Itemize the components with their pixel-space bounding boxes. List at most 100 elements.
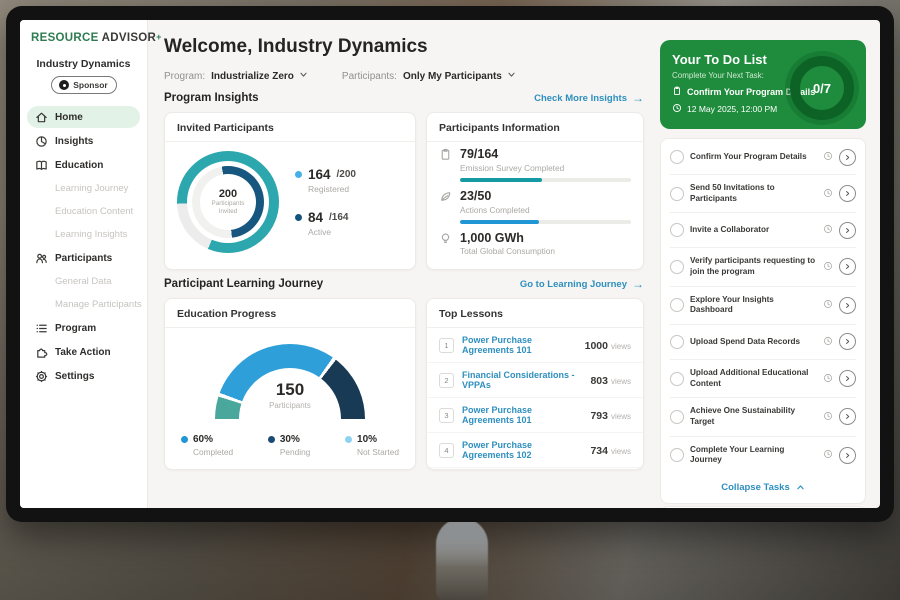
- task-checkbox[interactable]: [670, 150, 684, 164]
- todo-task-verify-participants-requesting-to-join-the-program[interactable]: Verify participants requesting to join t…: [670, 247, 856, 285]
- todo-task-upload-spend-data-records[interactable]: Upload Spend Data Records: [670, 324, 856, 359]
- task-checkbox[interactable]: [670, 298, 684, 312]
- go-to-learning-journey-link[interactable]: Go to Learning Journey →: [520, 278, 644, 290]
- gauge-center-value: 150: [215, 380, 365, 400]
- top-lessons-title: Top Lessons: [427, 299, 643, 328]
- lesson-link[interactable]: Power Purchase Agreements 101: [462, 335, 577, 355]
- top-lessons-list: 1 Power Purchase Agreements 101 1000view…: [427, 328, 643, 470]
- progress-bar: [460, 178, 631, 182]
- task-open-button[interactable]: [839, 258, 856, 275]
- lesson-row[interactable]: 3 Power Purchase Agreements 101 793views: [427, 397, 643, 432]
- task-checkbox[interactable]: [670, 223, 684, 237]
- todo-task-complete-your-learning-journey[interactable]: Complete Your Learning Journey: [670, 436, 856, 474]
- invited-legend-item: 164/200 Registered: [295, 167, 356, 194]
- clock-icon: [823, 370, 833, 388]
- sidebar-item-education[interactable]: Education: [27, 154, 140, 176]
- sidebar-item-label: General Data: [55, 276, 112, 287]
- sidebar-item-general-data[interactable]: General Data: [27, 271, 140, 292]
- clock-icon: [823, 446, 833, 464]
- take-action-icon: [35, 346, 48, 359]
- participants-icon: [35, 252, 48, 265]
- check-more-insights-link[interactable]: Check More Insights →: [534, 92, 644, 104]
- chevron-up-icon: [796, 483, 805, 492]
- education-icon: [35, 159, 48, 172]
- invited-legend: 164/200 Registered 84/164 Active: [295, 167, 356, 237]
- donut-center-value: 200: [219, 188, 237, 200]
- lesson-row[interactable]: 5 Power Purchase Agreements 103 600views: [427, 467, 643, 470]
- sidebar-item-label: Education: [55, 160, 103, 171]
- clock-icon: [823, 221, 833, 239]
- task-checkbox[interactable]: [670, 448, 684, 462]
- sidebar-item-label: Learning Insights: [55, 229, 127, 240]
- gauge-legend-item: 30% Pending: [268, 434, 310, 457]
- sidebar-item-label: Manage Participants: [55, 299, 142, 310]
- lesson-rank: 4: [439, 443, 454, 458]
- sidebar-item-take-action[interactable]: Take Action: [27, 341, 140, 363]
- top-lessons-card: Top Lessons 1 Power Purchase Agreements …: [426, 298, 644, 470]
- lesson-row[interactable]: 2 Financial Considerations - VPPAs 803vi…: [427, 362, 643, 397]
- lesson-rank: 1: [439, 338, 454, 353]
- participant-stat-total-global-consumption: 1,000 GWh Total Global Consumption: [427, 226, 643, 259]
- lesson-row[interactable]: 4 Power Purchase Agreements 102 734views: [427, 432, 643, 467]
- todo-progress-value: 0/7: [813, 81, 831, 96]
- sidebar-item-insights[interactable]: Insights: [27, 130, 140, 152]
- legend-dot-icon: [295, 214, 302, 221]
- task-checkbox[interactable]: [670, 335, 684, 349]
- sidebar-item-learning-journey[interactable]: Learning Journey: [27, 178, 140, 199]
- sidebar-nav: HomeInsights Education Learning JourneyEdu…: [27, 106, 140, 387]
- task-checkbox[interactable]: [670, 410, 684, 424]
- task-checkbox[interactable]: [670, 187, 684, 201]
- todo-task-invite-a-collaborator[interactable]: Invite a Collaborator: [670, 212, 856, 247]
- collapse-tasks-link[interactable]: Collapse Tasks: [670, 474, 856, 502]
- program-filter-value: Industrialize Zero: [211, 71, 294, 82]
- task-checkbox[interactable]: [670, 372, 684, 386]
- program-insights-title: Program Insights: [164, 92, 259, 104]
- lesson-link[interactable]: Financial Considerations - VPPAs: [462, 370, 582, 390]
- sidebar-item-manage-participants[interactable]: Manage Participants: [27, 294, 140, 315]
- participants-filter[interactable]: Participants:Only My Participants: [342, 70, 516, 82]
- task-open-button[interactable]: [839, 408, 856, 425]
- task-open-button[interactable]: [839, 222, 856, 239]
- sidebar-item-program[interactable]: Program: [27, 317, 140, 339]
- todo-task-confirm-your-program-details[interactable]: Confirm Your Program Details: [670, 140, 856, 174]
- legend-dot-icon: [181, 436, 188, 443]
- lesson-link[interactable]: Power Purchase Agreements 102: [462, 440, 582, 460]
- legend-dot-icon: [295, 171, 302, 178]
- gauge-center-label: Participants: [215, 401, 365, 410]
- sidebar-item-settings[interactable]: Settings: [27, 365, 140, 387]
- sidebar-item-home[interactable]: Home: [27, 106, 140, 128]
- program-filter[interactable]: Program: Industrialize Zero: [164, 70, 308, 82]
- todo-task-achieve-one-sustainability-target[interactable]: Achieve One Sustainability Target: [670, 397, 856, 435]
- insights-icon: [35, 135, 48, 148]
- todo-panel: Your To Do List Complete Your Next Task:…: [660, 40, 866, 129]
- clipboard-icon: [672, 86, 682, 98]
- task-open-button[interactable]: [839, 447, 856, 464]
- sidebar-item-participants[interactable]: Participants: [27, 247, 140, 269]
- gauge-legend-item: 10% Not Started: [345, 434, 399, 457]
- participants-information-title: Participants Information: [427, 113, 643, 142]
- lesson-link[interactable]: Power Purchase Agreements 101: [462, 405, 582, 425]
- task-open-button[interactable]: [839, 185, 856, 202]
- sponsor-badge-label: Sponsor: [73, 80, 107, 90]
- todo-task-upload-additional-educational-content[interactable]: Upload Additional Educational Content: [670, 359, 856, 397]
- progress-bar: [460, 220, 631, 224]
- recent-news-title: Recent News: [661, 507, 865, 508]
- task-open-button[interactable]: [839, 297, 856, 314]
- sidebar-item-learning-insights[interactable]: Learning Insights: [27, 224, 140, 245]
- education-gauge-chart: 150 Participants: [215, 344, 365, 422]
- sidebar-item-education-content[interactable]: Education Content: [27, 201, 140, 222]
- task-open-button[interactable]: [839, 149, 856, 166]
- education-progress-card: Education Progress 150 Participants 60% …: [164, 298, 416, 470]
- invited-participants-card: Invited Participants 200 Participants In…: [164, 112, 416, 270]
- todo-column: Your To Do List Complete Your Next Task:…: [654, 20, 880, 508]
- todo-task-send-50-invitations-to-participants[interactable]: Send 50 Invitations to Participants: [670, 174, 856, 212]
- participant-stat-emission-survey-completed: 79/164 Emission Survey Completed: [427, 142, 643, 184]
- program-filter-label: Program:: [164, 71, 205, 82]
- arrow-right-icon: →: [632, 92, 644, 104]
- todo-task-explore-your-insights-dashboard[interactable]: Explore Your Insights Dashboard: [670, 286, 856, 324]
- task-checkbox[interactable]: [670, 260, 684, 274]
- task-open-button[interactable]: [839, 333, 856, 350]
- task-open-button[interactable]: [839, 370, 856, 387]
- logo-resource: RESOURCE: [31, 32, 99, 44]
- lesson-row[interactable]: 1 Power Purchase Agreements 101 1000view…: [427, 328, 643, 362]
